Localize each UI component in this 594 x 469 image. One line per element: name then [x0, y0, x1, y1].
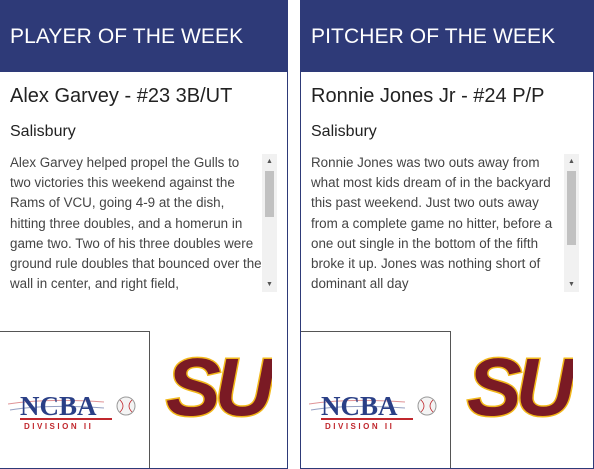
card-header-title: PITCHER OF THE WEEK — [301, 1, 593, 72]
ncba-logo-box: NCBA DIVISION II — [0, 331, 150, 468]
pitcher-bio: Ronnie Jones was two outs away from what… — [311, 155, 553, 292]
ncba-text: NCBA — [321, 391, 398, 421]
ncba-division-ii-logo: NCBA DIVISION II — [8, 391, 136, 431]
player-name: Alex Garvey - #23 3B/UT — [10, 85, 233, 107]
school-name: Salisbury — [10, 123, 76, 140]
ncba-division-text: DIVISION II — [325, 422, 394, 431]
bio-scrollbar[interactable]: ▲ ▼ — [564, 154, 579, 292]
su-logo-text: SU — [166, 342, 272, 433]
player-bio: Alex Garvey helped propel the Gulls to t… — [10, 155, 262, 292]
player-name: Ronnie Jones Jr - #24 P/P — [311, 85, 545, 107]
ncba-division-ii-logo: NCBA DIVISION II — [309, 391, 437, 431]
pitcher-of-week-card: PITCHER OF THE WEEK Ronnie Jones Jr - #2… — [300, 0, 594, 469]
scroll-up-arrow-icon[interactable]: ▲ — [262, 154, 277, 169]
bio-scrollbar[interactable]: ▲ ▼ — [262, 154, 277, 292]
scroll-down-arrow-icon[interactable]: ▼ — [564, 277, 579, 292]
salisbury-su-logo: SU — [165, 341, 273, 435]
ncba-division-text: DIVISION II — [24, 422, 93, 431]
player-of-week-card: PLAYER OF THE WEEK Alex Garvey - #23 3B/… — [0, 0, 288, 469]
scroll-down-arrow-icon[interactable]: ▼ — [262, 277, 277, 292]
school-name: Salisbury — [311, 123, 377, 140]
salisbury-su-logo: SU — [466, 341, 574, 435]
su-logo-text: SU — [467, 342, 573, 433]
scroll-up-arrow-icon[interactable]: ▲ — [564, 154, 579, 169]
ncba-text: NCBA — [20, 391, 97, 421]
scroll-thumb[interactable] — [265, 171, 274, 217]
card-header-title: PLAYER OF THE WEEK — [0, 1, 287, 72]
scroll-thumb[interactable] — [567, 171, 576, 245]
ncba-logo-box: NCBA DIVISION II — [301, 331, 451, 468]
